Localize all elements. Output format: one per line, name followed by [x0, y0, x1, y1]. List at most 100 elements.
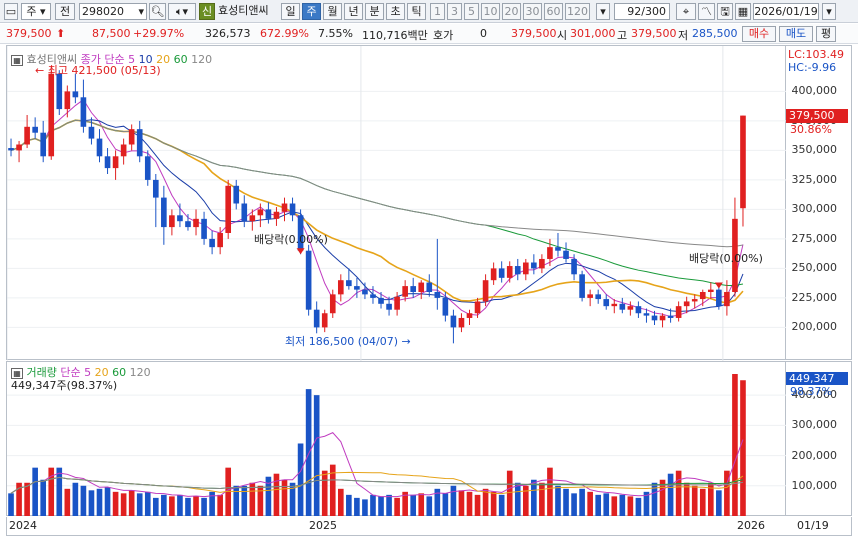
- volume-bar-up: [64, 488, 71, 516]
- candle-up: [128, 129, 135, 145]
- market-select[interactable]: 주 ▾: [21, 3, 51, 20]
- minute-60[interactable]: 60: [544, 3, 563, 20]
- candle-up: [48, 73, 55, 157]
- open-label: 시: [557, 29, 568, 42]
- minute-3[interactable]: 3: [447, 3, 462, 20]
- volume-bar-down: [346, 494, 352, 516]
- low-note-text: 최저 186,500 (04/07): [285, 335, 399, 348]
- candle-down: [386, 303, 392, 310]
- volume-bar-down: [201, 497, 207, 516]
- minute-30[interactable]: 30: [523, 3, 542, 20]
- volume-bar-down: [305, 389, 312, 516]
- volume-bar-up: [740, 380, 746, 516]
- candle-down: [8, 148, 14, 151]
- period-year[interactable]: 년: [344, 3, 363, 20]
- period-month[interactable]: 월: [323, 3, 342, 20]
- volume-bar-up: [699, 488, 706, 516]
- volume-bar-down: [96, 488, 103, 516]
- calendar-dropdown-icon[interactable]: ▾: [822, 3, 836, 20]
- candle-up: [659, 315, 666, 321]
- candle-down: [88, 126, 95, 139]
- volume-chart-svg[interactable]: [7, 362, 787, 517]
- chevron-down-icon[interactable]: ▾: [596, 3, 610, 20]
- period-tick[interactable]: 틱: [407, 3, 426, 20]
- candle-down: [152, 179, 159, 198]
- volume-bar-down: [177, 494, 183, 516]
- price-change-pct: +29.97%: [133, 27, 185, 40]
- volume-bar-up: [627, 496, 634, 516]
- volume-bar-down: [635, 497, 642, 516]
- ask-price: 379,500: [511, 27, 557, 40]
- current-volume-marker: 449,347: [786, 372, 848, 385]
- prev-button[interactable]: 전: [55, 3, 75, 20]
- candle-down: [305, 250, 312, 310]
- candle-down: [370, 294, 376, 298]
- volume-bar-up: [394, 497, 400, 516]
- date-input[interactable]: 2026/01/19: [753, 3, 819, 20]
- period-minute[interactable]: 분: [365, 3, 384, 20]
- volume-bar-down: [161, 494, 167, 516]
- volume-bar-up: [683, 482, 690, 516]
- minute-20[interactable]: 20: [502, 3, 521, 20]
- minute-1[interactable]: 1: [430, 3, 445, 20]
- crosshair-icon[interactable]: ⌖: [676, 3, 696, 20]
- candle-down: [354, 286, 360, 290]
- candle-down: [96, 138, 103, 157]
- sin-badge[interactable]: 신: [199, 3, 215, 20]
- volume-chart-panel[interactable]: ▦ 거래량 단순 5 20 60 120 449,347주(98.37%): [6, 361, 787, 517]
- candle-up: [257, 209, 264, 216]
- volume-bar-down: [386, 494, 392, 516]
- price-chart-svg[interactable]: [7, 46, 787, 361]
- period-second[interactable]: 초: [386, 3, 405, 20]
- save-icon[interactable]: 🖫: [717, 3, 733, 20]
- dividend-note-1: 배당락(0.00%): [254, 233, 328, 246]
- calendar-icon[interactable]: ▦: [735, 3, 751, 20]
- dividend-arrow-icon: [296, 248, 305, 255]
- minute-5[interactable]: 5: [464, 3, 479, 20]
- buy-button[interactable]: 매수: [742, 26, 776, 42]
- candle-down: [563, 250, 569, 259]
- candle-down: [450, 315, 457, 328]
- chart-settings-icon[interactable]: ▦: [11, 54, 23, 66]
- volume-bar-down: [152, 497, 159, 516]
- candle-down: [32, 126, 38, 133]
- minute-120[interactable]: 120: [565, 3, 590, 20]
- line-chart-icon[interactable]: 〽: [698, 3, 715, 20]
- speaker-icon[interactable]: 🔈︎▾: [168, 3, 196, 20]
- period-day[interactable]: 일: [281, 3, 300, 20]
- candle-down: [426, 282, 433, 292]
- price-axis: LC:103.49 HC:-9.96 400,000375,000350,000…: [786, 45, 852, 360]
- volume-bar-down: [354, 497, 360, 516]
- volume-bar-down: [571, 493, 577, 516]
- minute-10[interactable]: 10: [481, 3, 500, 20]
- candle-down: [209, 238, 215, 248]
- volume-bar-down: [514, 482, 521, 516]
- volume-bar-up: [482, 488, 489, 516]
- price-chart-panel[interactable]: ▦ 효성티앤씨 종가 단순 5 10 20 60 120 ← 최고 421,50…: [6, 45, 787, 361]
- count-input[interactable]: 92/300: [614, 3, 670, 20]
- vol-legend-ma120: 120: [129, 366, 151, 379]
- window-icon[interactable]: ▭: [4, 3, 18, 20]
- stock-code-input[interactable]: 298020 ▾: [79, 3, 147, 20]
- volume-bar-up: [418, 493, 425, 516]
- candle-up: [16, 144, 22, 151]
- ma120-line: [10, 119, 744, 248]
- turnover: 7.55%: [318, 27, 353, 40]
- candle-down: [595, 294, 602, 300]
- candle-up: [120, 144, 127, 157]
- period-week[interactable]: 주: [302, 3, 321, 20]
- volume-bar-down: [370, 494, 376, 516]
- candle-down: [635, 306, 642, 314]
- candle-down: [643, 313, 650, 316]
- eval-button[interactable]: 평: [816, 26, 836, 42]
- search-icon[interactable]: 🔍︎: [149, 3, 166, 20]
- high-label: 고: [617, 29, 628, 42]
- candle-up: [169, 215, 175, 228]
- candle-up: [699, 292, 706, 300]
- volume-bar-down: [410, 494, 417, 516]
- candle-up: [522, 262, 529, 275]
- sell-button[interactable]: 매도: [779, 26, 813, 42]
- volume-bar-down: [579, 488, 585, 516]
- volume-bar-down: [595, 494, 602, 516]
- volume-bar-up: [337, 488, 344, 516]
